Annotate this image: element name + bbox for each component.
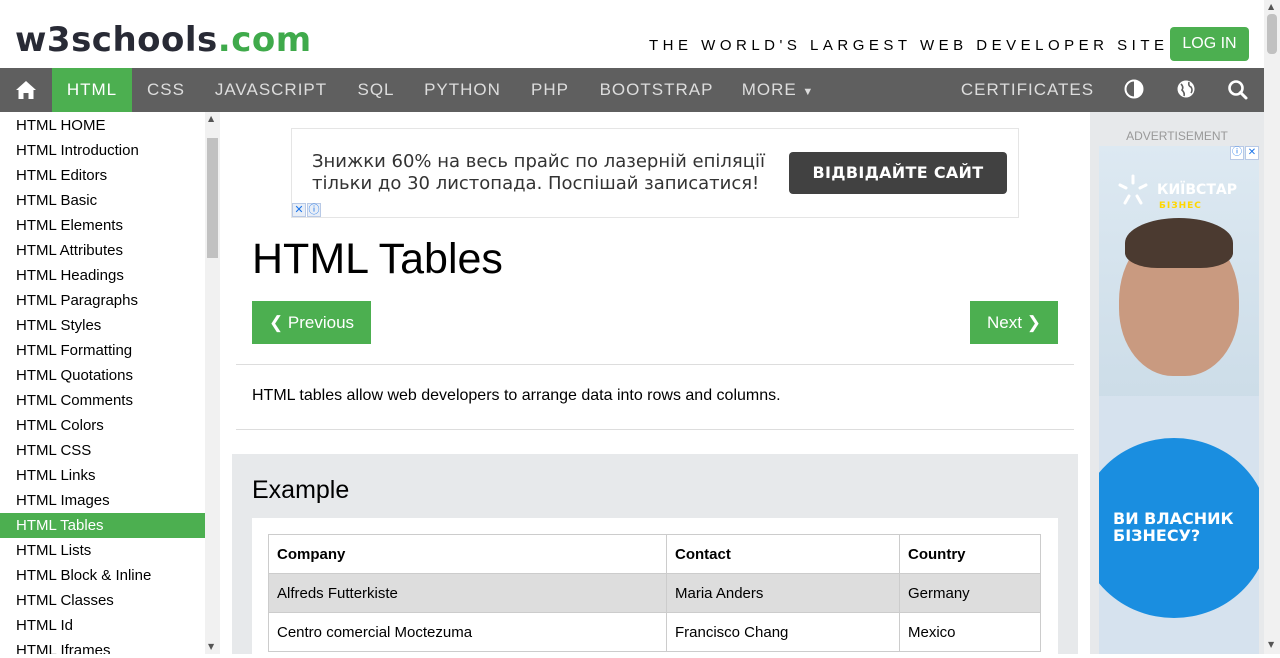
table-cell: Maria Anders [666,573,900,613]
table-header-cell: Contact [666,534,900,574]
table-cell: Mexico [899,612,1041,652]
sidebar-item-html-attributes[interactable]: HTML Attributes [0,238,205,263]
kyivstar-star-icon [1118,174,1148,205]
sidebar-item-html-basic[interactable]: HTML Basic [0,188,205,213]
scroll-down-arrow-icon[interactable]: ▼ [1268,640,1274,649]
next-button[interactable]: Next ❯ [970,301,1058,344]
sidebar-item-html-links[interactable]: HTML Links [0,463,205,488]
table-cell: Germany [899,573,1041,613]
sidebar: HTML HOME HTML Introduction HTML Editors… [0,112,220,654]
nav-more[interactable]: MORE ▼ [728,68,828,112]
side-advertisement[interactable]: КИЇВСТАР БІЗНЕС ВИ ВЛАСНИК БІЗНЕСУ? ⓘ ✕ [1099,146,1259,654]
ad-controls: ⓘ ✕ [1229,146,1259,160]
ad-claim: ВИ ВЛАСНИК БІЗНЕСУ? [1113,509,1234,545]
nav-python[interactable]: PYTHON [410,68,515,112]
ad-info-icon[interactable]: ⓘ [307,203,321,217]
intro-text: HTML tables allow web developers to arra… [252,387,781,404]
sidebar-item-html-elements[interactable]: HTML Elements [0,213,205,238]
nav-javascript[interactable]: JAVASCRIPT [200,68,342,112]
sidebar-item-html-home[interactable]: HTML HOME [0,113,205,138]
theme-toggle[interactable] [1111,68,1157,112]
ad-close-icon[interactable]: ✕ [292,203,306,217]
advertisement-label: ADVERTISEMENT [1126,129,1228,143]
sidebar-item-html-introduction[interactable]: HTML Introduction [0,138,205,163]
sidebar-item-html-block-inline[interactable]: HTML Block & Inline [0,563,205,588]
table-row: Alfreds Futterkiste Maria Anders Germany [268,573,1041,613]
table-header-cell: Country [899,534,1041,574]
previous-button[interactable]: ❮ Previous [252,301,371,344]
sidebar-item-html-paragraphs[interactable]: HTML Paragraphs [0,288,205,313]
site-logo[interactable]: w3schools.com [15,18,312,62]
example-table: Company Contact Country Alfreds Futterki… [268,534,1041,652]
ad-controls: ✕ ⓘ [292,203,322,217]
contrast-icon [1124,79,1144,99]
globe-icon [1177,80,1195,98]
table-cell: Centro comercial Moctezuma [268,612,667,652]
top-advertisement[interactable]: Знижки 60% на весь прайс по лазерній епі… [291,128,1019,218]
table-header-cell: Company [268,534,667,574]
sidebar-scrollbar-thumb[interactable] [207,138,218,258]
sidebar-item-html-tables[interactable]: HTML Tables [0,513,205,538]
scroll-up-arrow-icon[interactable]: ▲ [1268,2,1274,11]
sidebar-item-html-headings[interactable]: HTML Headings [0,263,205,288]
table-row: Centro comercial Moctezuma Francisco Cha… [268,612,1041,652]
example-output: Company Contact Country Alfreds Futterki… [252,518,1058,658]
top-navigation: HTML CSS JAVASCRIPT SQL PYTHON PHP BOOTS… [0,68,1264,112]
site-header: w3schools.com THE WORLD'S LARGEST WEB DE… [0,0,1264,68]
sidebar-item-html-colors[interactable]: HTML Colors [0,413,205,438]
home-icon [16,81,36,99]
logo-text-main: w3schools [15,20,218,60]
ad-text: Знижки 60% на весь прайс по лазерній епі… [312,151,765,194]
sidebar-list: HTML HOME HTML Introduction HTML Editors… [0,112,205,654]
sidebar-item-html-iframes[interactable]: HTML Iframes [0,638,205,654]
ad-close-icon[interactable]: ✕ [1245,146,1259,160]
logo-text-domain: .com [217,20,312,60]
main-content: Знижки 60% на весь прайс по лазерній епі… [220,112,1090,658]
sidebar-item-html-id[interactable]: HTML Id [0,613,205,638]
nav-home[interactable] [0,68,52,112]
table-cell: Alfreds Futterkiste [268,573,667,613]
ad-brand: КИЇВСТАР [1157,182,1237,198]
divider [236,429,1074,430]
search-icon [1228,80,1248,100]
search-button[interactable] [1214,68,1262,112]
sidebar-item-html-images[interactable]: HTML Images [0,488,205,513]
nav-php[interactable]: PHP [515,68,585,112]
page-title: HTML Tables [252,235,503,283]
divider [236,364,1074,365]
example-heading: Example [252,476,350,504]
login-button[interactable]: LOG IN [1170,27,1249,61]
site-slogan: THE WORLD'S LARGEST WEB DEVELOPER SITE [649,37,1169,54]
nav-css[interactable]: CSS [132,68,200,112]
nav-certificates[interactable]: CERTIFICATES [946,68,1109,112]
page-scrollbar-thumb[interactable] [1267,14,1277,54]
sidebar-item-html-editors[interactable]: HTML Editors [0,163,205,188]
right-ad-column: ADVERTISEMENT КИЇВСТАР БІЗНЕС ВИ ВЛАСНИК… [1090,112,1264,654]
table-header-row: Company Contact Country [268,534,1041,574]
sidebar-item-html-quotations[interactable]: HTML Quotations [0,363,205,388]
sidebar-item-html-comments[interactable]: HTML Comments [0,388,205,413]
sidebar-item-html-formatting[interactable]: HTML Formatting [0,338,205,363]
sidebar-item-html-lists[interactable]: HTML Lists [0,538,205,563]
sidebar-item-html-css[interactable]: HTML CSS [0,438,205,463]
ad-visit-button[interactable]: ВІДВІДАЙТЕ САЙТ [789,152,1007,194]
nav-bootstrap[interactable]: BOOTSTRAP [585,68,728,112]
sidebar-item-html-styles[interactable]: HTML Styles [0,313,205,338]
sidebar-scrollbar[interactable]: ▲ ▼ [205,112,220,654]
caret-down-icon: ▼ [802,86,815,98]
sidebar-scroll-up-icon[interactable]: ▲ [208,114,214,123]
table-cell: Francisco Chang [666,612,900,652]
ad-info-icon[interactable]: ⓘ [1230,146,1244,160]
ad-brand-sub: БІЗНЕС [1159,201,1202,211]
sidebar-item-html-classes[interactable]: HTML Classes [0,588,205,613]
sidebar-scroll-down-icon[interactable]: ▼ [208,642,214,651]
language-button[interactable] [1162,68,1210,112]
page-scrollbar[interactable]: ▲ ▼ [1264,0,1280,654]
nav-sql[interactable]: SQL [342,68,410,112]
nav-html[interactable]: HTML [52,68,132,112]
example-box: Example Company Contact Country Alfreds … [232,454,1078,658]
nav-more-label: MORE [741,80,797,99]
ad-person-hair [1125,218,1233,268]
